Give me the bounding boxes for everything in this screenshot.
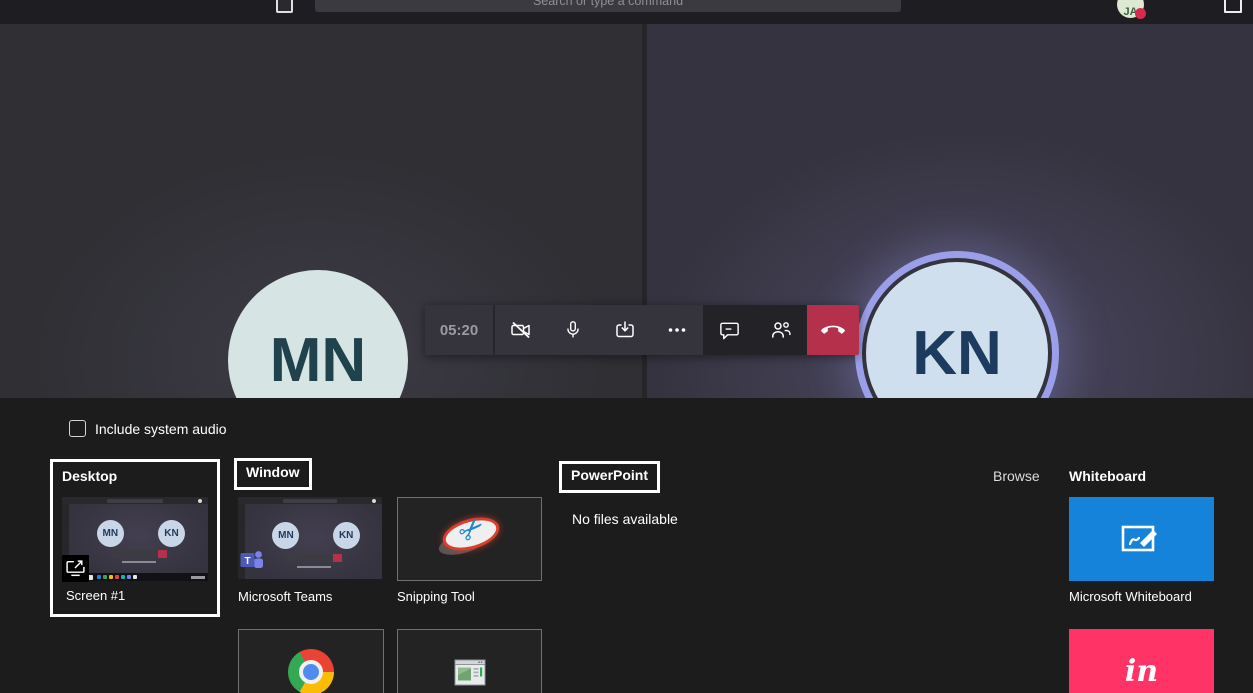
chrome-window-thumbnail[interactable] [238,629,384,693]
teams-logo-icon: T [239,548,265,577]
invision-icon: in [1124,653,1159,689]
microphone-button[interactable] [547,305,599,355]
participants-button[interactable] [755,305,807,355]
hang-up-icon [821,325,845,334]
screen-1-label: Screen #1 [66,588,126,603]
desktop-section-title: Desktop [62,468,118,484]
mini-stage: MN KN [245,504,382,579]
more-options-button[interactable] [651,305,703,355]
camera-off-button[interactable] [495,305,547,355]
people-icon [772,322,791,338]
snipping-tool-icon: ✂ [430,508,510,565]
mini-subtext [121,561,156,564]
share-screen-icon [66,560,85,577]
window-section-title-box: Window [234,458,312,490]
browse-button[interactable]: Browse [993,468,1040,484]
meeting-stage: MN KN 05:20 [0,24,1253,450]
system-audio-label: Include system audio [95,420,227,437]
avatar-kn-initials: KN [912,318,1002,388]
presence-busy-dot [1135,8,1146,19]
svg-text:T: T [244,556,250,567]
mini-avatar-mn: MN [96,519,124,547]
mini-avatar-mn: MN [272,522,300,550]
share-tray-button[interactable] [599,305,651,355]
powerpoint-section-title: PowerPoint [571,467,649,483]
teams-window-thumbnail[interactable]: MN KN T [238,497,382,579]
compose-icon[interactable] [276,0,293,13]
mini-avatar-kn: KN [157,519,185,547]
mini-control-bar [285,553,342,562]
search-input[interactable]: Search or type a command [315,0,901,12]
top-bar: Search or type a command JA [0,0,1253,24]
whiteboard-icon [1121,525,1157,552]
mini-avatar-kn: KN [332,522,360,550]
share-tray-down-icon [616,321,634,338]
include-system-audio[interactable]: Include system audio [69,420,227,437]
desktop-section[interactable]: Desktop MN KN Screen #1 [50,459,220,617]
mini-top-bar [62,497,208,504]
meeting-timer: 05:20 [425,305,493,355]
mini-subtext [296,566,331,569]
chat-icon [719,322,739,339]
powerpoint-section-title-box: PowerPoint [559,461,661,493]
microphone-icon [567,321,579,338]
search-placeholder: Search or type a command [532,0,684,8]
generic-window-icon [454,659,485,685]
system-audio-checkbox[interactable] [69,420,86,437]
snipping-tool-thumbnail[interactable]: ✂ [397,497,542,581]
mini-stage: MN KN [69,504,208,573]
window-icon[interactable] [1224,0,1242,13]
window-section-title: Window [246,464,300,480]
microsoft-whiteboard-label: Microsoft Whiteboard [1069,589,1192,604]
share-screen-overlay [62,555,89,582]
teams-window-label: Microsoft Teams [238,589,333,604]
camera-off-icon [511,321,530,339]
microsoft-whiteboard-tile[interactable] [1069,497,1214,581]
user-avatar[interactable]: JA [1117,0,1146,19]
ellipsis-icon [668,328,686,332]
hang-up-button[interactable] [807,305,859,355]
avatar-mn-initials: MN [269,325,367,395]
mini-control-bar [110,549,167,558]
snipping-tool-label: Snipping Tool [397,589,475,604]
chrome-icon [288,649,334,693]
chat-button[interactable] [703,305,755,355]
teams-app-window: Search or type a command JA MN KN 05:20 [0,0,1253,693]
generic-window-thumbnail[interactable] [397,629,542,693]
no-files-text: No files available [572,511,678,527]
invision-freehand-tile[interactable]: in [1069,629,1214,693]
meeting-control-bar: 05:20 [425,305,859,355]
mini-top-bar [238,497,382,504]
whiteboard-section-title: Whiteboard [1069,468,1146,484]
share-tray: Include system audio Desktop MN KN Scree… [0,398,1253,693]
